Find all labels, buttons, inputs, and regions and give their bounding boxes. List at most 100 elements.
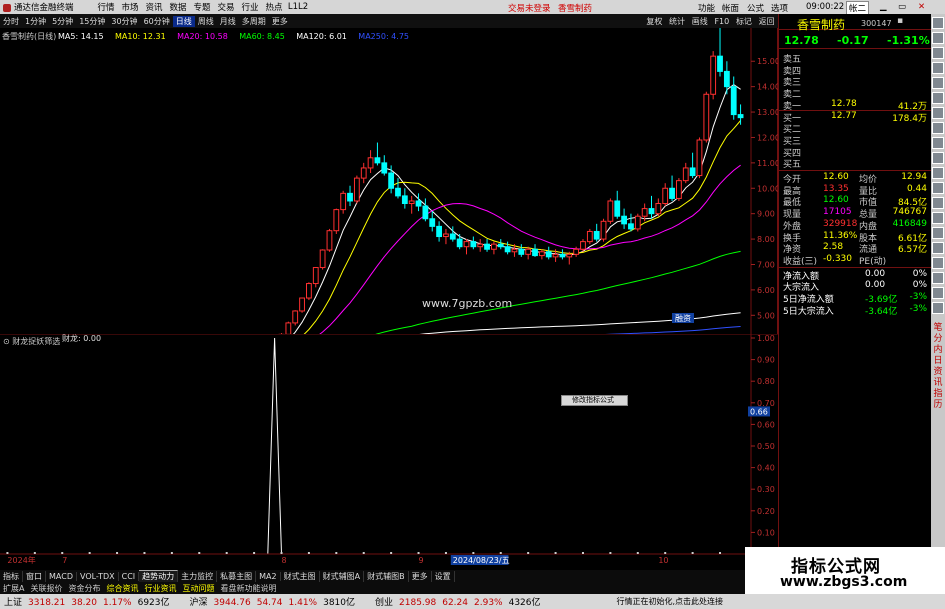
sidebar-tool-icon[interactable] — [932, 212, 944, 224]
tab-main-monitor[interactable]: 主力监控 — [178, 570, 218, 582]
menu-options[interactable]: 选项 — [771, 2, 788, 14]
tab-ma2[interactable]: MA2 — [256, 571, 281, 581]
menu-item-news[interactable]: 资讯 — [142, 1, 166, 13]
period-tab[interactable]: 多周期 — [239, 16, 269, 27]
f10-button[interactable]: F10 — [714, 17, 729, 26]
period-tab[interactable]: 5分钟 — [49, 16, 76, 27]
mark-button[interactable]: 标记 — [736, 16, 752, 27]
side-tab-daily[interactable]: 日 — [931, 356, 945, 367]
formula-popup[interactable]: 修改指标公式 — [561, 395, 628, 406]
sidebar-tool-icon[interactable] — [932, 137, 944, 149]
tab-extend[interactable]: 扩展A — [0, 583, 27, 594]
ticker-index[interactable]: 上证 3318.21 38.20 1.17% 6923亿 — [4, 595, 176, 608]
period-tab[interactable]: 1分钟 — [22, 16, 49, 27]
period-tab[interactable]: 月线 — [217, 16, 239, 27]
menu-item-industry[interactable]: 行业 — [238, 1, 262, 13]
adjust-button[interactable]: 复权 — [646, 16, 662, 27]
tab-new-features[interactable]: 看盘新功能说明 — [217, 583, 279, 594]
restore-icon[interactable]: ▭ — [898, 2, 906, 12]
period-tab-more[interactable]: 更多 — [269, 16, 291, 27]
sidebar-tool-icon[interactable] — [932, 182, 944, 194]
tab-main-chart[interactable]: 财式主图 — [281, 570, 320, 582]
side-tab-price[interactable]: 分 — [931, 334, 945, 345]
menu-item-topics[interactable]: 专题 — [190, 1, 214, 13]
menu-item-data[interactable]: 数据 — [166, 1, 190, 13]
side-tab-history[interactable]: 历 — [931, 400, 945, 411]
period-tab-daily[interactable]: 日线 — [172, 15, 195, 27]
stats-button[interactable]: 统计 — [669, 16, 685, 27]
tab-qa[interactable]: 互动问题 — [179, 583, 217, 594]
period-tab[interactable]: 30分钟 — [108, 16, 140, 27]
menu-item-hot[interactable]: 热点 — [262, 1, 286, 13]
tab-related[interactable]: 关联报价 — [27, 583, 65, 594]
tab-indicator[interactable]: 指标 — [0, 570, 23, 582]
tab-funds-dist[interactable]: 资金分布 — [65, 583, 103, 594]
tab-settings[interactable]: 设置 — [432, 570, 455, 582]
minimize-icon[interactable]: ▁ — [880, 2, 887, 12]
hd-icon[interactable]: ▪ — [897, 16, 903, 26]
tab-cci[interactable]: CCI — [119, 571, 140, 581]
stock-alert[interactable]: 香雪制药 — [558, 2, 592, 14]
kline-svg[interactable]: 香雪制药(日线) MA5: 14.15 MA10: 12.31 MA20: 10.58… — [0, 20, 780, 373]
sidebar-tool-icon[interactable] — [932, 197, 944, 209]
tab-trend[interactable]: 趋势动力 — [139, 570, 179, 582]
candle-body — [676, 180, 682, 199]
formula-popup-text[interactable]: 修改指标公式 — [572, 396, 614, 404]
ticker-index[interactable]: 沪深 3944.76 54.74 1.41% 3810亿 — [190, 595, 362, 608]
sidebar-tool-icon[interactable] — [932, 17, 944, 29]
tab-vol[interactable]: VOL-TDX — [77, 571, 119, 581]
trade-login-status[interactable]: 交易未登录 — [508, 2, 551, 14]
back-button[interactable]: 返回 — [759, 16, 775, 27]
menu-item-trade[interactable]: 交易 — [214, 1, 238, 13]
sidebar-tool-icon[interactable] — [932, 122, 944, 134]
tab-sub-a[interactable]: 财式辅图A — [320, 570, 365, 582]
tab-more[interactable]: 更多 — [409, 570, 432, 582]
ask-row: 卖四 — [783, 64, 929, 77]
sidebar-tool-icon[interactable] — [932, 152, 944, 164]
side-tab-indicator[interactable]: 指 — [931, 389, 945, 400]
tab-sub-b[interactable]: 财式辅图B — [364, 570, 409, 582]
sidebar-tool-icon[interactable] — [932, 92, 944, 104]
tab-composite-news[interactable]: 综合资讯 — [103, 583, 141, 594]
tab-window[interactable]: 窗口 — [23, 570, 46, 582]
sidebar-tool-icon[interactable] — [932, 302, 944, 314]
indicator-chart[interactable]: ⊙ 财龙捉妖筛选 财龙: 0.00 1.00 0.90 0.80 0.70 0.60 0.50… — [0, 333, 826, 566]
indicator-svg[interactable]: ⊙ 财龙捉妖筛选 财龙: 0.00 1.000.900.800.700.600.50… — [0, 333, 826, 566]
menu-formula[interactable]: 公式 — [747, 2, 764, 14]
sidebar-tool-icon[interactable] — [932, 257, 944, 269]
sidebar-tool-icon[interactable] — [932, 272, 944, 284]
ma-line-ma5 — [7, 83, 741, 359]
period-tab[interactable]: 周线 — [195, 16, 217, 27]
tab-private[interactable]: 私募主图 — [217, 570, 257, 582]
period-tab[interactable]: 60分钟 — [141, 16, 173, 27]
menu-layout[interactable]: 帐面 — [722, 2, 739, 14]
side-tab-funds[interactable]: 资 — [931, 367, 945, 378]
menu-item-l1l2[interactable]: L1L2 — [286, 2, 310, 12]
sidebar-tool-icon[interactable] — [932, 167, 944, 179]
sidebar-tool-icon[interactable] — [932, 77, 944, 89]
menu-function[interactable]: 功能 — [698, 2, 715, 14]
ticker-index[interactable]: 创业 2185.98 62.24 2.93% 4326亿 — [375, 595, 547, 608]
draw-button[interactable]: 画线 — [692, 16, 708, 27]
sidebar-tool-icon[interactable] — [932, 242, 944, 254]
kline-chart[interactable]: 香雪制药(日线) MA5: 14.15 MA10: 12.31 MA20: 10.58… — [0, 20, 780, 373]
sidebar-tool-icon[interactable] — [932, 227, 944, 239]
candle-body — [723, 70, 730, 88]
period-tab[interactable]: 15分钟 — [76, 16, 108, 27]
side-tab-trades[interactable]: 笔 — [931, 323, 945, 334]
menu-item-market[interactable]: 市场 — [118, 1, 142, 13]
period-tab[interactable]: 分时 — [0, 16, 22, 27]
close-icon[interactable]: ✕ — [918, 2, 925, 12]
sidebar-tool-icon[interactable] — [932, 32, 944, 44]
tab-industry-news[interactable]: 行业资讯 — [141, 583, 179, 594]
connection-status[interactable]: 行情正在初始化,点击此处连接 — [617, 596, 724, 607]
sidebar-tool-icon[interactable] — [932, 107, 944, 119]
account-switch[interactable]: 帐二 — [846, 1, 870, 15]
sidebar-tool-icon[interactable] — [932, 62, 944, 74]
menu-item-quotes[interactable]: 行情 — [94, 1, 118, 13]
sidebar-tool-icon[interactable] — [932, 287, 944, 299]
sidebar-tool-icon[interactable] — [932, 47, 944, 59]
tab-macd[interactable]: MACD — [46, 571, 77, 581]
side-tab-internal[interactable]: 内 — [931, 345, 945, 356]
side-tab-news[interactable]: 讯 — [931, 378, 945, 389]
